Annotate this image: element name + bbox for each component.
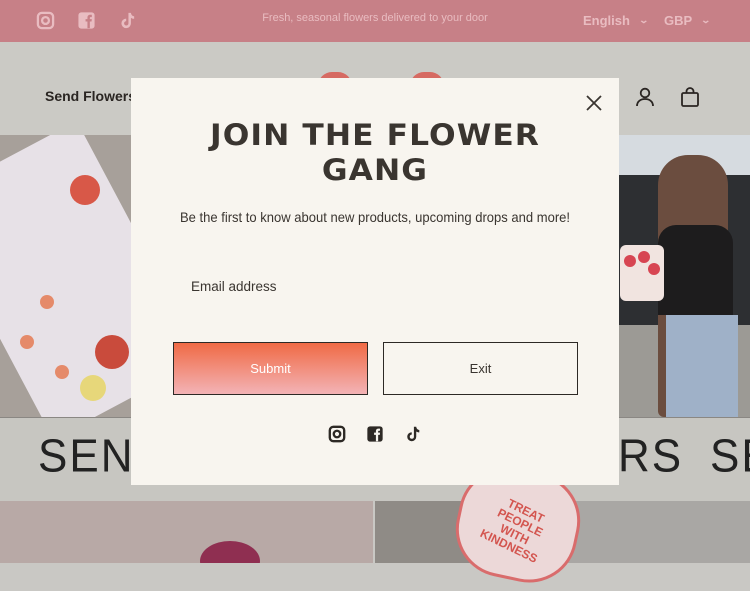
- modal-social-links: [328, 425, 423, 444]
- hero-image-bouquets: [0, 135, 132, 417]
- hero-image-market: [618, 135, 750, 417]
- newsletter-modal: JOIN THE FLOWER GANG Be the first to kno…: [131, 78, 619, 485]
- marquee-text-right: SE: [710, 430, 750, 483]
- submit-button[interactable]: Submit: [173, 342, 368, 395]
- nav-link-send-flowers[interactable]: Send Flowers: [45, 88, 136, 104]
- currency-label: GBP: [664, 13, 693, 28]
- collection-tile-left[interactable]: [0, 501, 373, 563]
- instagram-icon[interactable]: [328, 425, 347, 444]
- email-field[interactable]: [173, 268, 577, 304]
- language-label: English: [583, 13, 630, 28]
- tiktok-icon[interactable]: [404, 425, 423, 444]
- marquee-text-mid: RS: [618, 430, 684, 483]
- currency-selector[interactable]: GBP ⌄: [664, 13, 712, 28]
- facebook-icon[interactable]: [366, 425, 385, 444]
- close-icon[interactable]: [584, 93, 604, 113]
- cart-icon[interactable]: [679, 86, 701, 108]
- sticker-text: TREAT PEOPLE WITH KINDNESS: [477, 496, 547, 566]
- modal-subtitle: Be the first to know about new products,…: [179, 209, 571, 225]
- account-icon[interactable]: [634, 86, 656, 108]
- language-selector[interactable]: English ⌄: [583, 13, 650, 28]
- announcement-bar: Fresh, seasonal flowers delivered to you…: [0, 0, 750, 42]
- exit-button[interactable]: Exit: [383, 342, 578, 395]
- chevron-down-icon: ⌄: [638, 15, 650, 25]
- chevron-down-icon: ⌄: [700, 15, 712, 25]
- modal-title: JOIN THE FLOWER GANG: [209, 118, 541, 187]
